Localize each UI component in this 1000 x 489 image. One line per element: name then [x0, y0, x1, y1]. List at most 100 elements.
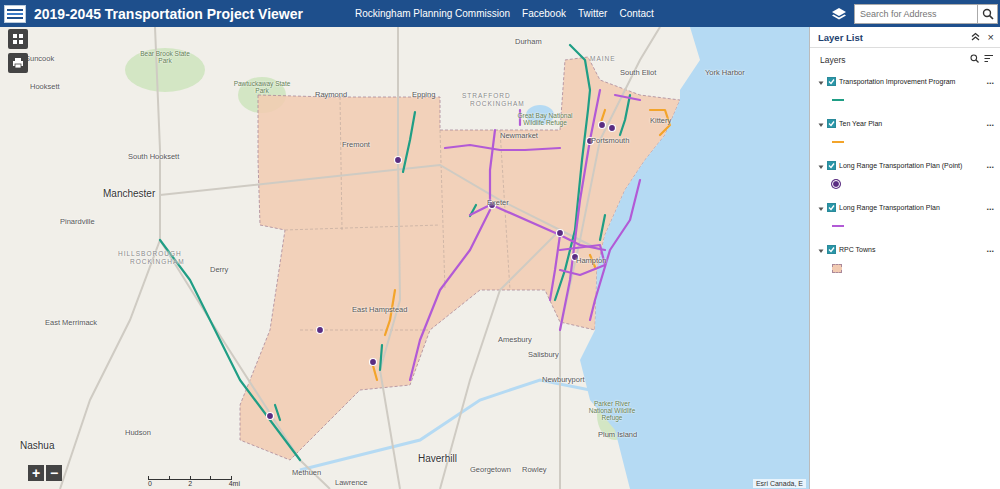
layer-label: Long Range Transportation Plan: [839, 204, 940, 211]
line-swatch: [832, 99, 844, 101]
header-links: Rockingham Planning Commission Facebook Tw…: [355, 8, 654, 19]
project-line[interactable]: [160, 240, 300, 460]
basemap-button[interactable]: [8, 29, 28, 49]
layer-item: Long Range Transportation Plan (Point)..…: [810, 153, 1000, 195]
project-line[interactable]: [492, 205, 605, 250]
project-point[interactable]: [609, 125, 616, 132]
project-point[interactable]: [370, 359, 377, 366]
header-link[interactable]: Contact: [619, 8, 653, 19]
logo-icon[interactable]: [4, 5, 26, 23]
place-label: MAINE: [590, 55, 616, 62]
place-label: Manchester: [103, 188, 155, 199]
layer-item: Long Range Transportation Plan...: [810, 195, 1000, 237]
project-line[interactable]: [550, 235, 560, 300]
place-label: East Merrimack: [45, 318, 97, 327]
caret-icon: [818, 122, 824, 128]
project-line[interactable]: [410, 210, 490, 380]
place-label: Portsmouth: [591, 136, 629, 145]
layer-menu-button[interactable]: ...: [986, 244, 994, 254]
project-line[interactable]: [620, 95, 630, 135]
header-link[interactable]: Twitter: [578, 8, 607, 19]
map-view[interactable]: SuncookBear Brook State ParkPawtuckaway …: [0, 27, 1000, 489]
panel-title: Layer List: [818, 32, 863, 43]
layer-menu-button[interactable]: ...: [986, 202, 994, 212]
scale-tick: 4mi: [229, 480, 240, 487]
expand-toggle[interactable]: [818, 72, 824, 90]
grid-icon: [12, 33, 24, 45]
printer-icon: [12, 57, 24, 69]
expand-toggle[interactable]: [818, 198, 824, 216]
attribution: Esri Canada, E: [753, 479, 806, 488]
place-label: South Eliot: [620, 68, 656, 77]
project-point[interactable]: [317, 327, 324, 334]
search-input[interactable]: [854, 4, 978, 24]
sort-icon: [984, 54, 994, 63]
project-line[interactable]: [590, 180, 640, 320]
legend-swatch: [832, 263, 994, 273]
place-label: Great Bay National Wildlife Refuge: [515, 112, 575, 126]
project-point[interactable]: [557, 230, 564, 237]
layer-menu-button[interactable]: ...: [986, 118, 994, 128]
project-point[interactable]: [267, 413, 274, 420]
header-link[interactable]: Facebook: [522, 8, 566, 19]
project-line[interactable]: [600, 215, 605, 240]
project-line[interactable]: [275, 405, 280, 420]
expand-toggle[interactable]: [818, 114, 824, 132]
project-point[interactable]: [599, 122, 606, 129]
legend-swatch: [832, 137, 994, 147]
line-swatch: [832, 141, 844, 143]
place-label: ROCKINGHAM: [130, 258, 185, 265]
layers-subheader: Layers: [810, 48, 1000, 69]
place-label: Methuen: [292, 468, 321, 477]
filter-search-button[interactable]: [970, 54, 979, 65]
zoom-out-button[interactable]: −: [46, 465, 62, 481]
legend-swatch: [832, 179, 994, 189]
header-bar: 2019-2045 Transportation Project ViewerR…: [0, 0, 1000, 27]
zoom-in-button[interactable]: +: [28, 465, 44, 481]
rpc-logo-icon: [6, 7, 24, 21]
caret-icon: [818, 248, 824, 254]
place-label: Kittery: [650, 116, 671, 125]
layers-button[interactable]: [828, 0, 850, 27]
magnifier-icon: [982, 8, 994, 20]
layer-checkbox[interactable]: [827, 245, 836, 254]
place-label: Rowley: [522, 465, 547, 474]
layer-checkbox[interactable]: [827, 119, 836, 128]
scale-tick: 0: [148, 480, 152, 487]
place-label: Hudson: [125, 428, 151, 437]
project-line[interactable]: [403, 112, 415, 172]
sort-button[interactable]: [984, 54, 994, 65]
project-point[interactable]: [395, 157, 402, 164]
layer-menu-button[interactable]: ...: [986, 76, 994, 86]
place-label: Parker River National Wildlife Refuge: [582, 400, 642, 421]
layers-heading: Layers: [820, 55, 846, 65]
expand-toggle[interactable]: [818, 240, 824, 258]
layer-item: RPC Towns...: [810, 237, 1000, 279]
layer-checkbox[interactable]: [827, 77, 836, 86]
expand-toggle[interactable]: [818, 156, 824, 174]
project-line[interactable]: [380, 345, 382, 370]
layer-label: RPC Towns: [839, 246, 875, 253]
legend-swatch: [832, 221, 994, 231]
place-label: Newburyport: [542, 375, 585, 384]
place-label: Salisbury: [528, 350, 559, 359]
place-label: HILLSBOROUGH: [118, 250, 182, 257]
layer-menu-button[interactable]: ...: [986, 160, 994, 170]
layer-checkbox[interactable]: [827, 203, 836, 212]
project-line[interactable]: [445, 145, 560, 150]
header-link[interactable]: Rockingham Planning Commission: [355, 8, 510, 19]
project-line[interactable]: [615, 95, 640, 100]
layer-list-panel: Layer List×LayersTransportation Improvem…: [809, 27, 1000, 489]
caret-icon: [818, 206, 824, 212]
caret-icon: [818, 164, 824, 170]
layer-label: Ten Year Plan: [839, 120, 882, 127]
header-tools: [828, 0, 1000, 27]
layer-checkbox[interactable]: [827, 161, 836, 170]
print-button[interactable]: [8, 53, 28, 73]
place-label: Newmarket: [500, 131, 538, 140]
collapse-button[interactable]: [971, 31, 980, 43]
caret-icon: [818, 80, 824, 86]
check-icon: [828, 204, 835, 211]
search-button[interactable]: [978, 4, 998, 24]
close-button[interactable]: ×: [988, 31, 994, 43]
